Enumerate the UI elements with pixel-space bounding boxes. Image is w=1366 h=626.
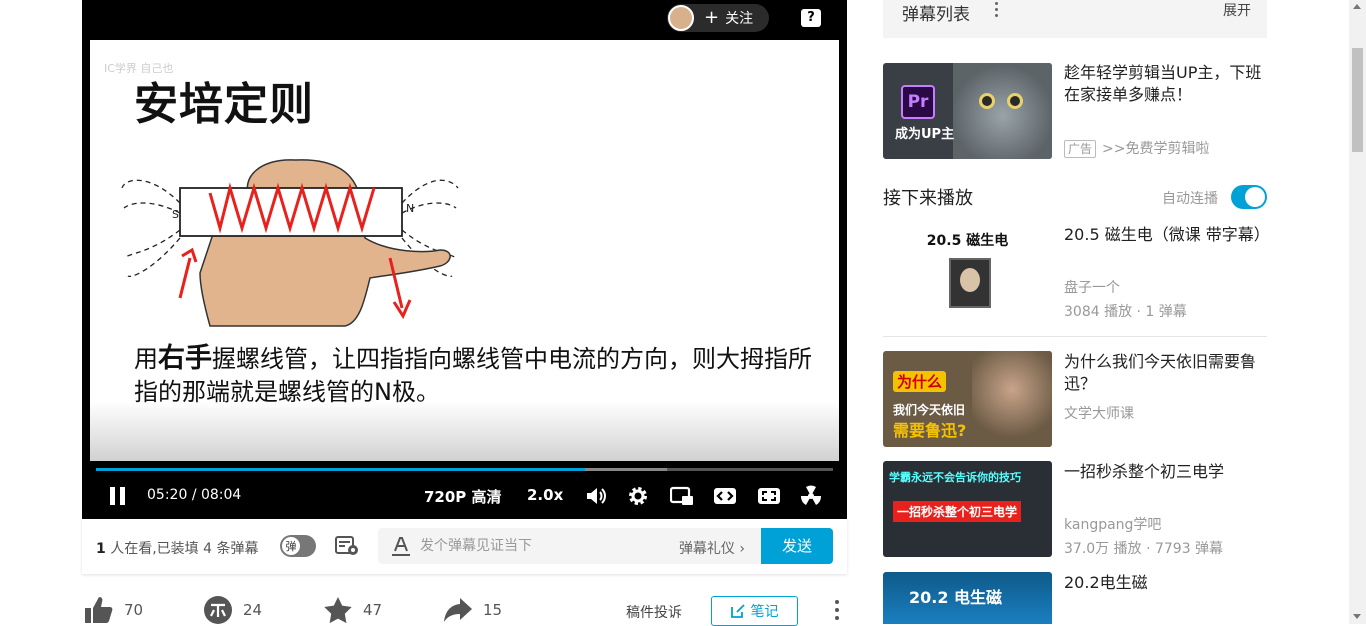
help-icon[interactable]: ? <box>801 9 821 27</box>
star-icon <box>324 597 352 624</box>
solenoid-diagram: S N <box>121 159 459 327</box>
settings-icon[interactable] <box>627 485 649 507</box>
autoplay-toggle[interactable] <box>1231 185 1267 209</box>
share-count: 15 <box>483 601 503 619</box>
widescreen-icon[interactable] <box>713 486 737 506</box>
report-link[interactable]: 稿件投诉 <box>626 602 682 622</box>
video-title[interactable]: 为什么我们今天依旧需要鲁迅？ <box>1064 351 1269 395</box>
ad-badge: 广告 <box>1064 140 1097 158</box>
fullscreen-icon[interactable] <box>800 485 822 507</box>
video-title[interactable]: 20.5 磁生电（微课 带字幕） <box>1064 224 1270 246</box>
danmaku-input[interactable] <box>420 536 640 556</box>
pip-icon[interactable] <box>670 486 694 506</box>
video-thumbnail[interactable]: 为什么 我们今天依旧 需要鲁迅? <box>883 351 1052 447</box>
note-label: 笔记 <box>750 604 779 620</box>
pole-s: S <box>172 208 179 221</box>
ad-thumb-caption: 成为UP主 <box>895 127 955 142</box>
favorite-button[interactable]: 47 <box>323 596 382 624</box>
scroll-up-icon[interactable] <box>1353 4 1361 9</box>
thumb-caption-3: 需要鲁迅? <box>893 421 967 440</box>
share-icon <box>444 598 472 622</box>
quality-select[interactable]: 720P 高清 <box>424 486 502 507</box>
web-fullscreen-icon[interactable] <box>757 486 781 506</box>
up-next-title: 接下来播放 <box>883 188 973 209</box>
danmaku-toggle[interactable]: 弹 <box>280 535 316 557</box>
note-button[interactable]: 笔记 <box>711 596 798 626</box>
page-scrollbar[interactable] <box>1349 0 1366 624</box>
danmaku-list-title: 弹幕列表 <box>902 5 970 25</box>
follow-label: 关注 <box>725 11 754 27</box>
pole-n: N <box>406 202 414 215</box>
autoplay-label: 自动连播 <box>1162 191 1218 207</box>
video-author[interactable]: kangpang学吧 <box>1064 514 1161 534</box>
like-count: 70 <box>124 601 144 619</box>
video-thumbnail[interactable]: 学霸永远不会告诉你的技巧 一招秒杀整个初三电学 <box>883 461 1052 557</box>
thumbs-up-icon <box>85 597 113 623</box>
ad-thumbnail[interactable]: Pr 成为UP主 <box>883 63 1052 159</box>
plus-icon: + <box>704 7 720 28</box>
follow-button[interactable]: + 关注 <box>667 4 769 32</box>
expand-button[interactable]: 展开 <box>1223 0 1251 20</box>
danmaku-input-box: 弹幕礼仪 › <box>378 528 761 564</box>
thumb-caption-2: 我们今天依旧 <box>893 403 966 417</box>
chevron-right-icon: › <box>739 541 745 557</box>
volume-icon[interactable] <box>585 486 607 506</box>
coin-count: 24 <box>243 601 263 619</box>
thumb-caption: 20.5 磁生电 <box>926 233 1009 249</box>
more-vertical-icon[interactable] <box>995 2 999 20</box>
video-thumbnail[interactable]: 20.2 电生磁 <box>883 572 1052 624</box>
video-thumbnail[interactable]: 20.5 磁生电 <box>883 222 1052 318</box>
thumb-caption-2: 一招秒杀整个初三电学 <box>893 501 1022 522</box>
premiere-logo: Pr <box>901 85 935 119</box>
danmaku-settings-icon[interactable] <box>334 535 360 557</box>
share-button[interactable]: 15 <box>443 596 502 624</box>
favorite-count: 47 <box>363 601 383 619</box>
video-author[interactable]: 盘子一个 <box>1064 277 1120 297</box>
scrollbar-thumb[interactable] <box>1352 48 1363 152</box>
thumb-caption: 学霸永远不会告诉你的技巧 <box>889 471 1021 484</box>
coin-button[interactable]: 24 <box>203 596 262 624</box>
coin-icon <box>204 596 232 624</box>
video-title[interactable]: 一招秒杀整个初三电学 <box>1064 461 1269 483</box>
progress-played <box>96 468 585 471</box>
video-author[interactable]: 文学大师课 <box>1064 403 1134 423</box>
thumb-caption: 为什么 <box>893 371 947 392</box>
font-style-icon[interactable] <box>390 536 412 556</box>
time-display: 05:20 / 08:04 <box>147 487 242 503</box>
ad-link[interactable]: >>免费学剪辑啦 <box>1102 141 1209 157</box>
speed-select[interactable]: 2.0x <box>527 486 563 504</box>
danmaku-toggle-knob: 弹 <box>281 536 301 556</box>
like-button[interactable]: 70 <box>84 596 143 624</box>
video-frame: IC学界 自己也 安培定则 S N 用右手握螺线管，让四指指向螺线管中电流的方向… <box>90 40 839 461</box>
video-stats: 37.0万 播放 · 7793 弹幕 <box>1064 541 1224 557</box>
edit-icon <box>730 604 745 618</box>
send-button[interactable]: 发送 <box>761 528 833 564</box>
danmaku-list-header[interactable]: 弹幕列表 展开 <box>883 0 1267 38</box>
viewer-count: 1 人在看,已装填 4 条弹幕 <box>96 541 259 557</box>
danmaku-etiquette-link[interactable]: 弹幕礼仪 › <box>679 538 745 558</box>
slide-title: 安培定则 <box>134 79 314 130</box>
thumb-caption: 20.2 电生磁 <box>909 588 1003 607</box>
video-title[interactable]: 20.2电生磁 <box>1064 572 1269 594</box>
slide-text: 用右手握螺线管，让四指指向螺线管中电流的方向，则大拇指所指的那端就是螺线管的N极… <box>134 343 812 406</box>
divider <box>883 336 1267 337</box>
ad-title[interactable]: 趁年轻学剪辑当UP主，下班在家接单多赚点！ <box>1064 62 1269 106</box>
scroll-down-icon[interactable] <box>1353 614 1361 619</box>
uploader-avatar <box>668 5 694 31</box>
video-stats: 3084 播放 · 1 弹幕 <box>1064 304 1187 320</box>
pause-button[interactable] <box>110 487 126 505</box>
more-icon[interactable] <box>834 600 840 622</box>
ad-meta: 广告 >>免费学剪辑啦 <box>1064 138 1209 158</box>
